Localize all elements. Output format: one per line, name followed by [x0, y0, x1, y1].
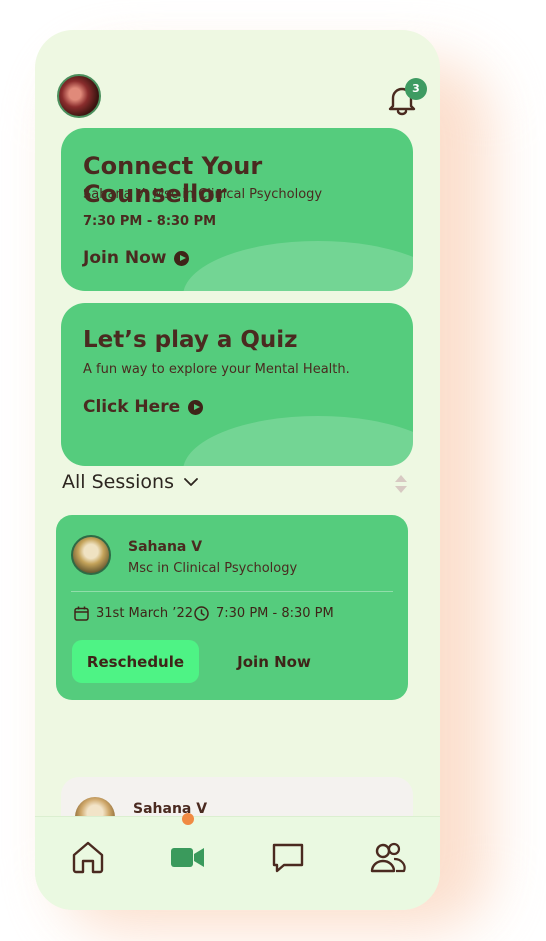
- play-icon: [174, 250, 190, 266]
- phone-screen: 3 Connect Your Counsellor Sahana V, Msc …: [35, 30, 440, 910]
- counsellor-card-subtitle: Sahana V, Msc in Clinical Psychology: [83, 187, 323, 202]
- quiz-card-subtitle: A fun way to explore your Mental Health.: [83, 362, 350, 377]
- counsellor-degree: Msc in Clinical Psychology: [128, 561, 298, 576]
- chat-icon[interactable]: [270, 839, 306, 875]
- counsellor-name: Sahana V: [128, 539, 203, 555]
- chevron-down-icon: [184, 477, 198, 486]
- home-icon[interactable]: [70, 839, 106, 875]
- join-now-label: Join Now: [83, 248, 167, 268]
- calendar-icon: [74, 606, 89, 621]
- join-now-link[interactable]: Join Now: [83, 248, 190, 268]
- counsellor-card: Connect Your Counsellor Sahana V, Msc in…: [61, 128, 413, 291]
- session-time: 7:30 PM - 8:30 PM: [194, 606, 334, 621]
- quiz-card: Let’s play a Quiz A fun way to explore y…: [61, 303, 413, 466]
- session-date-text: 31st March ’22: [96, 606, 193, 621]
- video-icon[interactable]: [170, 839, 206, 875]
- reschedule-button[interactable]: Reschedule: [72, 640, 199, 683]
- card-wave-decoration: [183, 416, 413, 466]
- user-avatar[interactable]: [57, 74, 101, 118]
- click-here-label: Click Here: [83, 397, 181, 417]
- session-time-text: 7:30 PM - 8:30 PM: [216, 606, 334, 621]
- click-here-link[interactable]: Click Here: [83, 397, 204, 417]
- session-card: Sahana V Msc in Clinical Psychology 31st…: [56, 515, 408, 700]
- play-icon: [188, 399, 204, 415]
- community-icon[interactable]: [370, 839, 406, 875]
- counsellor-name: Sahana V: [133, 801, 208, 817]
- session-date: 31st March ’22: [74, 606, 193, 621]
- active-indicator: [182, 813, 194, 825]
- bottom-nav: [35, 813, 440, 910]
- quiz-card-title: Let’s play a Quiz: [83, 327, 298, 353]
- sessions-heading: All Sessions: [62, 471, 174, 493]
- counsellor-card-time: 7:30 PM - 8:30 PM: [83, 214, 217, 229]
- card-wave-decoration: [183, 241, 413, 291]
- divider: [71, 591, 393, 592]
- notification-badge: 3: [405, 78, 427, 100]
- sessions-dropdown[interactable]: All Sessions: [62, 471, 198, 493]
- counsellor-avatar: [71, 535, 111, 575]
- sort-icon[interactable]: [394, 474, 408, 494]
- join-now-button[interactable]: Join Now: [219, 640, 329, 683]
- clock-icon: [194, 606, 209, 621]
